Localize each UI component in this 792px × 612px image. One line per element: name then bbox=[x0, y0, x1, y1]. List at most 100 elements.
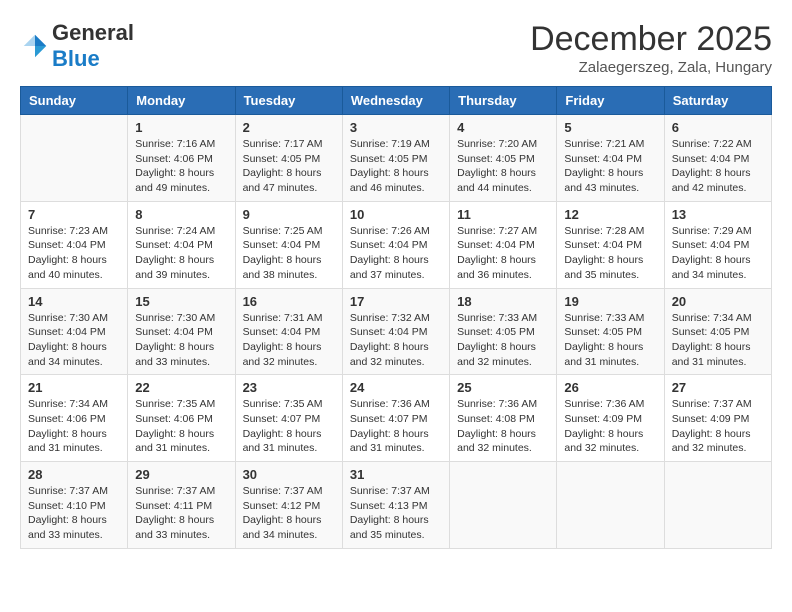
day-info: Sunrise: 7:34 AM Sunset: 4:06 PM Dayligh… bbox=[28, 397, 120, 456]
day-number: 12 bbox=[564, 207, 656, 222]
day-number: 23 bbox=[243, 380, 335, 395]
day-number: 20 bbox=[672, 294, 764, 309]
day-info: Sunrise: 7:36 AM Sunset: 4:07 PM Dayligh… bbox=[350, 397, 442, 456]
calendar-cell: 30Sunrise: 7:37 AM Sunset: 4:12 PM Dayli… bbox=[235, 462, 342, 549]
calendar-cell: 10Sunrise: 7:26 AM Sunset: 4:04 PM Dayli… bbox=[342, 201, 449, 288]
calendar-cell: 17 Sunrise: 7:32 AM Sunset: 4:04 PM Dayli… bbox=[342, 288, 449, 375]
calendar-cell: 4 Sunrise: 7:20 AM Sunset: 4:05 PM Daylig… bbox=[450, 115, 557, 202]
day-number: 2 bbox=[243, 120, 335, 135]
day-info: Sunrise: 7:35 AM Sunset: 4:07 PM Dayligh… bbox=[243, 397, 335, 456]
day-number: 9 bbox=[243, 207, 335, 222]
day-number: 29 bbox=[135, 467, 227, 482]
day-info: Sunrise: 7:36 AM Sunset: 4:08 PM Dayligh… bbox=[457, 397, 549, 456]
header-saturday: Saturday bbox=[664, 87, 771, 115]
calendar-cell bbox=[557, 462, 664, 549]
calendar-cell: 9Sunrise: 7:25 AM Sunset: 4:04 PM Daylig… bbox=[235, 201, 342, 288]
logo-blue: Blue bbox=[52, 46, 100, 71]
day-number: 18 bbox=[457, 294, 549, 309]
day-info: Sunrise: 7:22 AM Sunset: 4:04 PM Dayligh… bbox=[672, 137, 764, 196]
calendar-cell: 26 Sunrise: 7:36 AM Sunset: 4:09 PM Dayli… bbox=[557, 375, 664, 462]
calendar-cell: 13Sunrise: 7:29 AM Sunset: 4:04 PM Dayli… bbox=[664, 201, 771, 288]
day-info: Sunrise: 7:24 AM Sunset: 4:04 PM Dayligh… bbox=[135, 224, 227, 283]
header-wednesday: Wednesday bbox=[342, 87, 449, 115]
day-number: 26 bbox=[564, 380, 656, 395]
day-info: Sunrise: 7:32 AM Sunset: 4:04 PM Dayligh… bbox=[350, 311, 442, 370]
day-info: Sunrise: 7:30 AM Sunset: 4:04 PM Dayligh… bbox=[28, 311, 120, 370]
day-number: 7 bbox=[28, 207, 120, 222]
day-info: Sunrise: 7:17 AM Sunset: 4:05 PM Dayligh… bbox=[243, 137, 335, 196]
day-number: 22 bbox=[135, 380, 227, 395]
day-number: 3 bbox=[350, 120, 442, 135]
day-info: Sunrise: 7:29 AM Sunset: 4:04 PM Dayligh… bbox=[672, 224, 764, 283]
day-info: Sunrise: 7:21 AM Sunset: 4:04 PM Dayligh… bbox=[564, 137, 656, 196]
day-number: 16 bbox=[243, 294, 335, 309]
calendar-cell: 31 Sunrise: 7:37 AM Sunset: 4:13 PM Dayli… bbox=[342, 462, 449, 549]
day-number: 19 bbox=[564, 294, 656, 309]
day-info: Sunrise: 7:31 AM Sunset: 4:04 PM Dayligh… bbox=[243, 311, 335, 370]
day-number: 4 bbox=[457, 120, 549, 135]
day-number: 8 bbox=[135, 207, 227, 222]
day-number: 14 bbox=[28, 294, 120, 309]
day-info: Sunrise: 7:26 AM Sunset: 4:04 PM Dayligh… bbox=[350, 224, 442, 283]
day-number: 30 bbox=[243, 467, 335, 482]
calendar-cell: 3 Sunrise: 7:19 AM Sunset: 4:05 PM Daylig… bbox=[342, 115, 449, 202]
header-monday: Monday bbox=[128, 87, 235, 115]
day-info: Sunrise: 7:28 AM Sunset: 4:04 PM Dayligh… bbox=[564, 224, 656, 283]
calendar-cell: 27 Sunrise: 7:37 AM Sunset: 4:09 PM Dayli… bbox=[664, 375, 771, 462]
day-number: 27 bbox=[672, 380, 764, 395]
week-row-4: 21 Sunrise: 7:34 AM Sunset: 4:06 PM Dayli… bbox=[21, 375, 772, 462]
day-number: 21 bbox=[28, 380, 120, 395]
week-row-3: 14 Sunrise: 7:30 AM Sunset: 4:04 PM Dayli… bbox=[21, 288, 772, 375]
day-info: Sunrise: 7:20 AM Sunset: 4:05 PM Dayligh… bbox=[457, 137, 549, 196]
calendar-cell bbox=[21, 115, 128, 202]
calendar-cell: 2 Sunrise: 7:17 AM Sunset: 4:05 PM Daylig… bbox=[235, 115, 342, 202]
calendar-cell: 5 Sunrise: 7:21 AM Sunset: 4:04 PM Daylig… bbox=[557, 115, 664, 202]
day-number: 5 bbox=[564, 120, 656, 135]
day-info: Sunrise: 7:37 AM Sunset: 4:13 PM Dayligh… bbox=[350, 484, 442, 543]
day-number: 28 bbox=[28, 467, 120, 482]
calendar-cell bbox=[450, 462, 557, 549]
day-info: Sunrise: 7:37 AM Sunset: 4:10 PM Dayligh… bbox=[28, 484, 120, 543]
title-area: December 2025 Zalaegerszeg, Zala, Hungar… bbox=[530, 20, 772, 76]
calendar-cell: 28 Sunrise: 7:37 AM Sunset: 4:10 PM Dayli… bbox=[21, 462, 128, 549]
logo-icon bbox=[20, 31, 50, 61]
day-number: 6 bbox=[672, 120, 764, 135]
header-tuesday: Tuesday bbox=[235, 87, 342, 115]
week-row-1: 1Sunrise: 7:16 AM Sunset: 4:06 PM Daylig… bbox=[21, 115, 772, 202]
calendar-cell: 18Sunrise: 7:33 AM Sunset: 4:05 PM Dayli… bbox=[450, 288, 557, 375]
calendar-cell: 14 Sunrise: 7:30 AM Sunset: 4:04 PM Dayli… bbox=[21, 288, 128, 375]
day-info: Sunrise: 7:27 AM Sunset: 4:04 PM Dayligh… bbox=[457, 224, 549, 283]
calendar-cell: 6 Sunrise: 7:22 AM Sunset: 4:04 PM Daylig… bbox=[664, 115, 771, 202]
day-info: Sunrise: 7:35 AM Sunset: 4:06 PM Dayligh… bbox=[135, 397, 227, 456]
calendar-cell: 8 Sunrise: 7:24 AM Sunset: 4:04 PM Daylig… bbox=[128, 201, 235, 288]
day-info: Sunrise: 7:33 AM Sunset: 4:05 PM Dayligh… bbox=[564, 311, 656, 370]
calendar-header-row: SundayMondayTuesdayWednesdayThursdayFrid… bbox=[21, 87, 772, 115]
day-number: 15 bbox=[135, 294, 227, 309]
calendar-cell: 7 Sunrise: 7:23 AM Sunset: 4:04 PM Daylig… bbox=[21, 201, 128, 288]
calendar-cell: 11 Sunrise: 7:27 AM Sunset: 4:04 PM Dayli… bbox=[450, 201, 557, 288]
calendar-cell: 1Sunrise: 7:16 AM Sunset: 4:06 PM Daylig… bbox=[128, 115, 235, 202]
day-number: 1 bbox=[135, 120, 227, 135]
logo: General Blue bbox=[20, 20, 134, 72]
location-title: Zalaegerszeg, Zala, Hungary bbox=[530, 59, 772, 76]
calendar-cell: 25 Sunrise: 7:36 AM Sunset: 4:08 PM Dayli… bbox=[450, 375, 557, 462]
calendar-cell: 15 Sunrise: 7:30 AM Sunset: 4:04 PM Dayli… bbox=[128, 288, 235, 375]
day-number: 11 bbox=[457, 207, 549, 222]
header-sunday: Sunday bbox=[21, 87, 128, 115]
calendar-cell: 23 Sunrise: 7:35 AM Sunset: 4:07 PM Dayli… bbox=[235, 375, 342, 462]
day-info: Sunrise: 7:37 AM Sunset: 4:09 PM Dayligh… bbox=[672, 397, 764, 456]
calendar-table: SundayMondayTuesdayWednesdayThursdayFrid… bbox=[20, 86, 772, 549]
week-row-2: 7 Sunrise: 7:23 AM Sunset: 4:04 PM Daylig… bbox=[21, 201, 772, 288]
day-number: 25 bbox=[457, 380, 549, 395]
day-info: Sunrise: 7:36 AM Sunset: 4:09 PM Dayligh… bbox=[564, 397, 656, 456]
page-header: General Blue December 2025 Zalaegerszeg,… bbox=[20, 20, 772, 76]
calendar-cell: 22 Sunrise: 7:35 AM Sunset: 4:06 PM Dayli… bbox=[128, 375, 235, 462]
day-number: 17 bbox=[350, 294, 442, 309]
day-info: Sunrise: 7:23 AM Sunset: 4:04 PM Dayligh… bbox=[28, 224, 120, 283]
month-title: December 2025 bbox=[530, 20, 772, 59]
day-number: 31 bbox=[350, 467, 442, 482]
day-info: Sunrise: 7:30 AM Sunset: 4:04 PM Dayligh… bbox=[135, 311, 227, 370]
day-info: Sunrise: 7:34 AM Sunset: 4:05 PM Dayligh… bbox=[672, 311, 764, 370]
day-info: Sunrise: 7:19 AM Sunset: 4:05 PM Dayligh… bbox=[350, 137, 442, 196]
calendar-cell: 20 Sunrise: 7:34 AM Sunset: 4:05 PM Dayli… bbox=[664, 288, 771, 375]
